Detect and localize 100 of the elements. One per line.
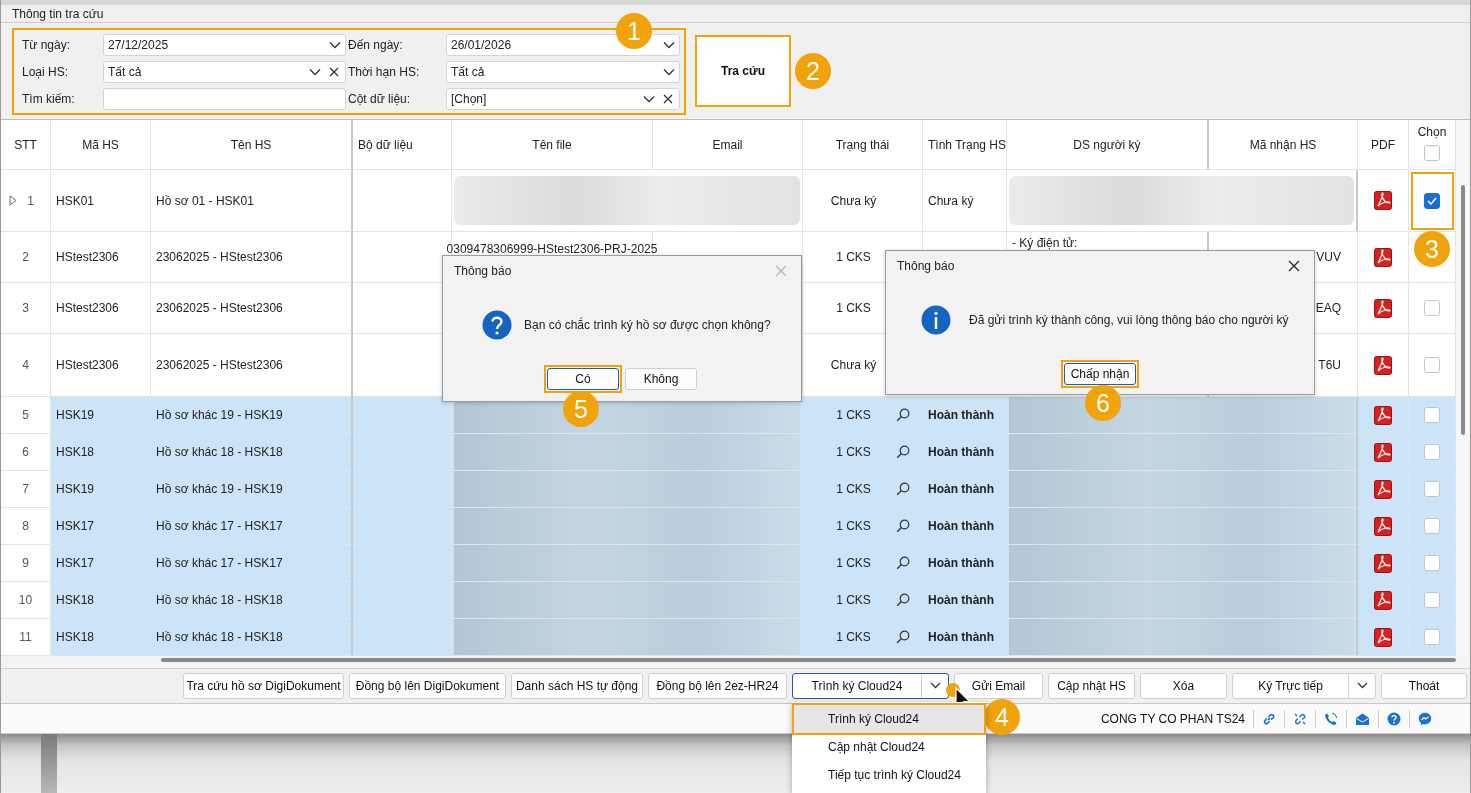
caret-icon[interactable]	[309, 68, 321, 76]
caret-icon[interactable]	[663, 68, 675, 76]
dropdown-field[interactable]: Tất cả	[103, 61, 346, 83]
table-row[interactable]: 7 HSK19 Hồ sơ khác 19 - HSK19 1 CKS Hoàn thành	[1, 471, 1456, 508]
toolbar-button[interactable]: Xóa	[1140, 672, 1227, 699]
checkbox[interactable]	[1424, 145, 1440, 161]
table-row[interactable]: 11 HSK18 Hồ sơ khác 18 - HSK18 1 CKS Hoàn thành	[1, 619, 1456, 656]
search-icon[interactable]	[896, 482, 910, 496]
table-cell: 23062025 - HStest2306	[156, 301, 283, 315]
clear-icon[interactable]	[329, 67, 339, 77]
help-icon[interactable]	[1387, 711, 1401, 726]
dialog-button[interactable]: Chấp nhận	[1063, 363, 1137, 385]
column-header: Tên HS	[230, 137, 272, 152]
info-icon	[921, 305, 951, 335]
pdf-icon[interactable]	[1374, 553, 1392, 573]
menu-item[interactable]: Cập nhật Cloud24	[792, 732, 986, 761]
toolbar-button[interactable]: Tra cứu hồ sơ DigiDokument	[183, 672, 344, 699]
search-icon[interactable]	[896, 445, 910, 459]
table-cell: 11	[19, 630, 32, 644]
pdf-icon[interactable]	[1374, 247, 1392, 267]
caret-icon[interactable]	[1356, 682, 1368, 689]
input-field[interactable]	[103, 88, 346, 110]
table-cell-text: Chưa ký	[829, 358, 878, 372]
checkbox[interactable]	[1424, 407, 1440, 423]
checkbox[interactable]	[1424, 444, 1440, 460]
pdf-icon[interactable]	[1374, 479, 1392, 499]
checkbox[interactable]	[1424, 555, 1440, 571]
caret-icon[interactable]	[643, 95, 655, 103]
broken-link-icon[interactable]	[1293, 711, 1307, 726]
checkbox[interactable]	[1424, 518, 1440, 534]
search-icon[interactable]	[896, 519, 910, 533]
table-row[interactable]: 10 HSK18 Hồ sơ khác 18 - HSK18 1 CKS Hoàn thành	[1, 582, 1456, 619]
pdf-icon[interactable]	[1374, 355, 1392, 375]
caret-icon[interactable]	[663, 41, 675, 49]
table-row[interactable]: 8 HSK17 Hồ sơ khác 17 - HSK17 1 CKS Hoàn thành	[1, 508, 1456, 545]
toolbar-button[interactable]: Đồng bộ lên DigiDokument	[349, 672, 506, 699]
table-cell: Hồ sơ khác 18 - HSK18	[156, 630, 283, 644]
toolbar-button[interactable]: Thoát	[1381, 672, 1467, 699]
search-button[interactable]: Tra cứu	[695, 35, 791, 107]
column-header: Email	[712, 137, 743, 152]
checkbox[interactable]	[1424, 481, 1440, 497]
table-cell-text: 1 CKS	[835, 519, 872, 533]
table-cell: 1	[27, 193, 34, 208]
pdf-icon[interactable]	[1374, 627, 1392, 647]
split-button[interactable]: Ký Trực tiếp	[1232, 672, 1376, 699]
dialog-button[interactable]: Có	[547, 368, 619, 390]
phone-icon[interactable]	[1324, 711, 1338, 726]
pdf-icon[interactable]	[1374, 590, 1392, 610]
dropdown-field[interactable]: [Chọn]	[446, 88, 680, 110]
column-header: Mã HS	[82, 137, 119, 152]
toolbar-button[interactable]: Gửi Email	[954, 672, 1043, 699]
link-icon[interactable]	[1262, 711, 1276, 726]
checkbox[interactable]	[1424, 629, 1440, 645]
dropdown-field[interactable]: 27/12/2025	[103, 34, 346, 56]
checkbox[interactable]	[1424, 592, 1440, 608]
search-icon[interactable]	[896, 408, 910, 422]
pdf-icon[interactable]	[1374, 442, 1392, 462]
caret-icon[interactable]	[329, 41, 341, 49]
toolbar-button[interactable]: Đồng bộ lên 2ez-HR24	[648, 672, 787, 699]
mail-icon[interactable]	[1355, 711, 1370, 726]
table-row[interactable]: 6 HSK18 Hồ sơ khác 18 - HSK18 1 CKS Hoàn thành	[1, 434, 1456, 471]
search-icon[interactable]	[896, 593, 910, 607]
search-icon[interactable]	[896, 630, 910, 644]
checkbox[interactable]	[1424, 192, 1440, 209]
column-header: Tình Trạng HS	[928, 137, 1007, 152]
menu-item[interactable]: Tiếp tục trình ký Cloud24	[792, 760, 986, 789]
dialog-button[interactable]: Không	[625, 368, 697, 390]
dialog-message: Bạn có chắc trình ký hồ sơ được chọn không?	[524, 318, 771, 332]
pdf-icon[interactable]	[1374, 405, 1392, 425]
table-cell: Hồ sơ 01 - HSK01	[156, 193, 254, 208]
row-pointer-icon	[9, 195, 18, 206]
table-cell-text: 1 CKS	[835, 445, 872, 459]
menu-item[interactable]: Trình ký Cloud24	[794, 704, 984, 733]
table-cell-text: 1 CKS	[835, 556, 872, 570]
table-cell-text: 1 CKS	[835, 482, 872, 496]
clear-icon[interactable]	[663, 94, 673, 104]
chat-icon[interactable]	[1418, 711, 1432, 726]
checkbox[interactable]	[1424, 357, 1440, 373]
scrollbar[interactable]	[1456, 120, 1470, 656]
table-cell: - Ký điện tử:	[1012, 236, 1078, 250]
table-row[interactable]: 9 HSK17 Hồ sơ khác 17 - HSK17 1 CKS Hoàn thành	[1, 545, 1456, 582]
table-cell: 3	[22, 301, 29, 315]
toolbar-button[interactable]: Cập nhật HS	[1048, 672, 1135, 699]
checkbox[interactable]	[1424, 300, 1440, 316]
column-header: Tên file	[532, 137, 572, 152]
callout-badge: 1	[616, 13, 652, 49]
close-icon[interactable]	[1288, 260, 1300, 272]
table-cell: Hồ sơ khác 19 - HSK19	[156, 482, 283, 496]
pdf-icon[interactable]	[1374, 298, 1392, 318]
caret-icon[interactable]	[929, 682, 941, 689]
table-row[interactable]: 1 HSK01 Hồ sơ 01 - HSK01 Chưa ký Chưa ký	[1, 170, 1456, 232]
table-cell: HSK18	[56, 630, 95, 644]
field-label: Từ ngày:	[21, 38, 72, 52]
table-cell: 5	[22, 408, 29, 422]
search-icon[interactable]	[896, 556, 910, 570]
dropdown-field[interactable]: Tất cả	[446, 61, 680, 83]
pdf-icon[interactable]	[1374, 516, 1392, 536]
pdf-icon[interactable]	[1374, 191, 1392, 210]
toolbar-button[interactable]: Danh sách HS tự động	[511, 672, 643, 699]
table-cell: VUV	[1316, 250, 1341, 264]
